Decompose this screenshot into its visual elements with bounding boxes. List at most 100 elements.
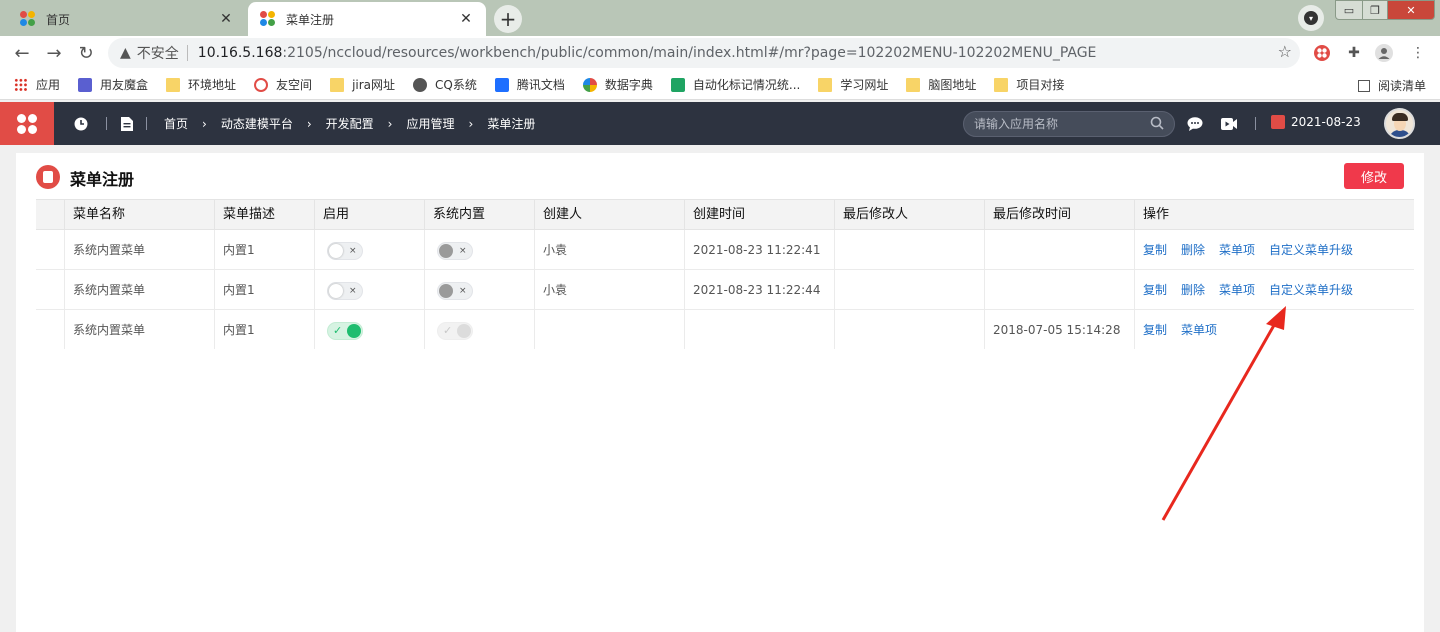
bookmark-yonyou-mohe[interactable]: 用友魔盒 bbox=[78, 76, 148, 93]
column-header-menu-desc[interactable]: 菜单描述 bbox=[214, 200, 314, 230]
reading-list-button[interactable]: 阅读清单 bbox=[1357, 77, 1426, 94]
bookmarks-bar: 应用 用友魔盒 环境地址 友空间 jira网址 CQ系统 腾讯文档 数据字典 自… bbox=[0, 70, 1440, 100]
enabled-toggle[interactable]: ✓ bbox=[327, 322, 363, 340]
custom-menu-upgrade-link[interactable]: 自定义菜单升级 bbox=[1269, 243, 1353, 257]
chevron-right-icon: › bbox=[202, 116, 207, 131]
delete-link[interactable]: 删除 bbox=[1181, 243, 1205, 257]
video-icon[interactable] bbox=[1221, 116, 1237, 132]
back-arrow-icon[interactable]: ← bbox=[10, 41, 34, 65]
enabled-toggle[interactable]: × bbox=[327, 282, 363, 300]
bookmark-apps[interactable]: 应用 bbox=[14, 76, 60, 93]
menu-items-link[interactable]: 菜单项 bbox=[1181, 323, 1217, 337]
globe-icon bbox=[413, 77, 428, 92]
tencent-docs-icon bbox=[494, 77, 509, 92]
folder-icon bbox=[166, 77, 181, 92]
column-header-last-modifier[interactable]: 最后修改人 bbox=[834, 200, 984, 230]
clock-icon[interactable] bbox=[73, 116, 89, 132]
app-search-input[interactable] bbox=[974, 117, 1144, 131]
cell-created-time bbox=[684, 310, 834, 349]
builtin-toggle: × bbox=[437, 282, 473, 300]
column-header-enabled[interactable]: 启用 bbox=[314, 200, 424, 230]
date-text: 2021-08-23 bbox=[1291, 115, 1361, 129]
cell-last-modified-time: 2018-07-05 15:14:28 bbox=[984, 310, 1134, 349]
close-icon: × bbox=[349, 246, 357, 256]
bookmark-project[interactable]: 项目对接 bbox=[994, 76, 1064, 93]
menu-items-link[interactable]: 菜单项 bbox=[1219, 283, 1255, 297]
window-maximize-button[interactable]: ❐ bbox=[1362, 0, 1388, 20]
menu-items-link[interactable]: 菜单项 bbox=[1219, 243, 1255, 257]
bookmark-jira[interactable]: jira网址 bbox=[330, 76, 395, 93]
avatar[interactable] bbox=[1384, 108, 1415, 139]
breadcrumb-dev-config[interactable]: 开发配置 bbox=[326, 115, 374, 132]
window-minimize-button[interactable]: ▭ bbox=[1335, 0, 1363, 20]
chat-icon[interactable] bbox=[1187, 116, 1203, 132]
cell-menu-name: 系统内置菜单 bbox=[64, 310, 214, 349]
copy-link[interactable]: 复制 bbox=[1143, 243, 1167, 257]
close-icon[interactable]: ✕ bbox=[458, 11, 474, 27]
forward-arrow-icon[interactable]: → bbox=[42, 41, 66, 65]
cell-builtin: × bbox=[424, 230, 534, 270]
delete-link[interactable]: 删除 bbox=[1181, 283, 1205, 297]
browser-tab-home[interactable]: 首页 ✕ bbox=[8, 2, 246, 36]
breadcrumb-app-management[interactable]: 应用管理 bbox=[406, 115, 454, 132]
kebab-menu-icon[interactable]: ⋮ bbox=[1408, 43, 1428, 63]
puzzle-icon[interactable]: ✚ bbox=[1344, 43, 1364, 63]
table-row: 系统内置菜单 内置1 × × 小袁 2021-08-23 11:22:44 复制… bbox=[36, 270, 1414, 310]
enabled-toggle[interactable]: × bbox=[327, 242, 363, 260]
document-icon[interactable] bbox=[119, 116, 135, 132]
folder-icon bbox=[330, 77, 345, 92]
bookmark-tencent-docs[interactable]: 腾讯文档 bbox=[494, 76, 565, 93]
bookmark-mindmap[interactable]: 脑图地址 bbox=[906, 76, 976, 93]
copy-link[interactable]: 复制 bbox=[1143, 323, 1167, 337]
yonyou-extension-icon[interactable] bbox=[1312, 43, 1332, 63]
close-icon[interactable]: ✕ bbox=[218, 11, 234, 27]
breadcrumb-home[interactable]: 首页 bbox=[164, 115, 188, 132]
column-header-creator[interactable]: 创建人 bbox=[534, 200, 684, 230]
browser-tab-menu-register[interactable]: 菜单注册 ✕ bbox=[248, 2, 486, 36]
column-header-created-time[interactable]: 创建时间 bbox=[684, 200, 834, 230]
check-icon: ✓ bbox=[333, 324, 343, 337]
window-close-button[interactable]: ✕ bbox=[1387, 0, 1435, 20]
sheet-icon bbox=[670, 77, 685, 92]
breadcrumb-modeling-platform[interactable]: 动态建模平台 bbox=[221, 115, 293, 132]
bookmark-env-address[interactable]: 环境地址 bbox=[166, 76, 236, 93]
bookmark-cq-system[interactable]: CQ系统 bbox=[413, 76, 477, 93]
url-path: :2105/nccloud/resources/workbench/public… bbox=[282, 45, 1097, 61]
edit-button[interactable]: 修改 bbox=[1344, 163, 1404, 189]
yonyou-space-icon bbox=[254, 77, 269, 92]
yonyou-favicon-icon bbox=[20, 11, 36, 27]
star-icon[interactable]: ☆ bbox=[1278, 42, 1292, 61]
apps-grid-icon bbox=[14, 77, 28, 92]
column-header-builtin[interactable]: 系统内置 bbox=[424, 200, 534, 230]
chevron-right-icon: › bbox=[468, 116, 474, 131]
url-text: 10.16.5.168:2105/nccloud/resources/workb… bbox=[198, 45, 1097, 61]
builtin-toggle: ✓ bbox=[437, 322, 473, 340]
copy-link[interactable]: 复制 bbox=[1143, 283, 1167, 297]
address-bar[interactable]: ▲ 不安全 10.16.5.168:2105/nccloud/resources… bbox=[108, 38, 1300, 68]
cell-last-modified-time bbox=[984, 230, 1134, 270]
reload-icon[interactable]: ↻ bbox=[74, 41, 98, 65]
folder-icon bbox=[818, 77, 833, 92]
new-tab-button[interactable]: + bbox=[494, 5, 522, 33]
check-icon: ✓ bbox=[443, 324, 453, 337]
table-header: 菜单名称 菜单描述 启用 系统内置 创建人 创建时间 最后修改人 最后修改时间 … bbox=[36, 199, 1414, 230]
bookmark-data-dictionary[interactable]: 数据字典 bbox=[582, 76, 653, 93]
bookmark-automation-stats[interactable]: 自动化标记情况统... bbox=[670, 76, 800, 93]
cell-actions: 复制 删除 菜单项 自定义菜单升级 bbox=[1134, 230, 1414, 270]
url-host: 10.16.5.168 bbox=[197, 45, 283, 61]
tab-search-button[interactable]: ▾ bbox=[1298, 5, 1324, 31]
search-icon[interactable] bbox=[1150, 116, 1164, 134]
yonyou-logo-icon bbox=[582, 77, 597, 92]
bookmark-yonyou-space[interactable]: 友空间 bbox=[254, 76, 312, 93]
column-header-last-modified-time[interactable]: 最后修改时间 bbox=[984, 200, 1134, 230]
profile-icon[interactable] bbox=[1374, 43, 1394, 63]
yonyou-logo-icon[interactable] bbox=[0, 102, 54, 145]
custom-menu-upgrade-link[interactable]: 自定义菜单升级 bbox=[1269, 283, 1353, 297]
column-header-menu-name[interactable]: 菜单名称 bbox=[64, 200, 214, 230]
cell-menu-desc: 内置1 bbox=[214, 310, 314, 349]
chevron-right-icon: › bbox=[387, 116, 393, 131]
cell-created-time: 2021-08-23 11:22:44 bbox=[684, 270, 834, 310]
yonyou-favicon-icon bbox=[260, 11, 276, 27]
page-title: 菜单注册 bbox=[70, 170, 135, 189]
bookmark-learning[interactable]: 学习网址 bbox=[818, 76, 888, 93]
